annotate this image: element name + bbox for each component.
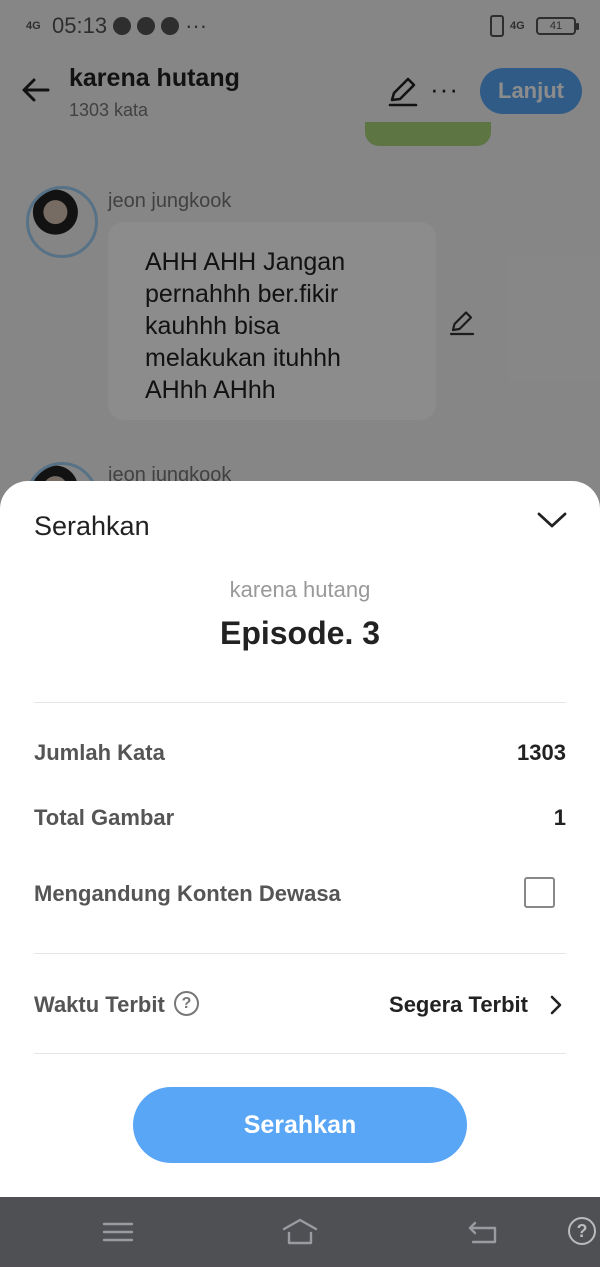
divider [34,953,566,954]
story-name: karena hutang [229,577,371,602]
word-count-label: Jumlah Kata [34,740,165,765]
submit-sheet: Serahkan karena hutang Episode. 3 Jumlah… [0,481,600,1197]
divider [34,702,566,703]
help-icon[interactable]: ? [174,991,199,1016]
adult-content-label: Mengandung Konten Dewasa [34,881,341,906]
system-nav-bar: ? [0,1197,600,1267]
home-icon [282,1218,318,1245]
menu-icon [102,1222,134,1242]
publish-time-value[interactable]: Segera Terbit [389,992,528,1018]
episode-title: Episode. 3 [219,615,381,651]
home-button[interactable] [280,1215,318,1249]
adult-content-checkbox[interactable] [524,877,555,908]
chevron-down-icon [537,512,567,528]
menu-button[interactable] [100,1215,136,1249]
chevron-right-icon [550,995,562,1015]
publish-time-chevron[interactable] [546,993,566,1017]
divider [34,1053,566,1054]
sheet-title: Serahkan [34,511,150,541]
publish-time-label: Waktu Terbit [34,992,165,1017]
word-count-value: 1303 [517,740,566,765]
collapse-sheet-button[interactable] [532,505,572,535]
submit-button[interactable]: Serahkan [133,1087,467,1163]
image-count-value: 1 [553,805,566,830]
image-count-label: Total Gambar [34,805,175,830]
back-nav-icon [468,1221,497,1244]
back-nav-button[interactable] [465,1215,501,1249]
help-icon[interactable]: ? [568,1217,596,1245]
